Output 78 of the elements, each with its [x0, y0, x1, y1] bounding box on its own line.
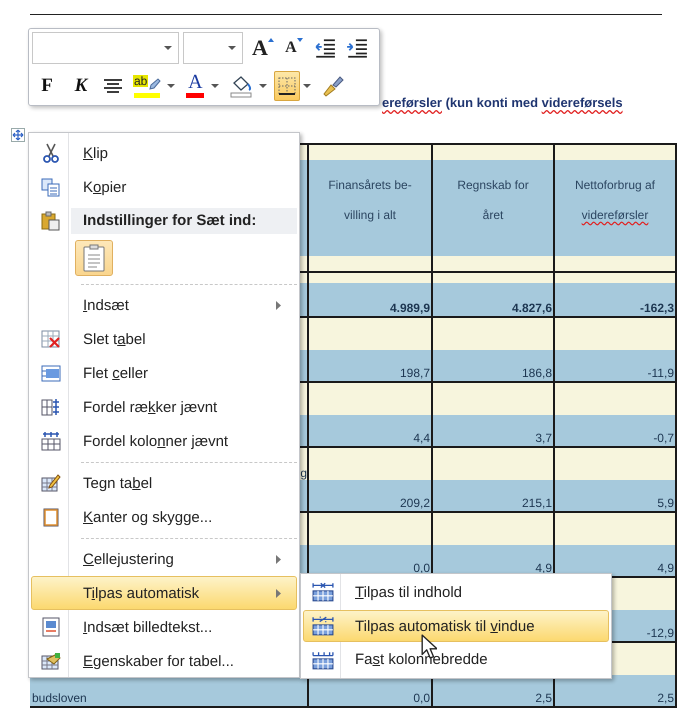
menu-item[interactable]: Fordel kolonner jævnt [31, 424, 297, 458]
table-cell: 4,9 [555, 513, 677, 576]
table-cell: 209,2 [309, 448, 433, 511]
table-properties-icon [41, 651, 61, 671]
menu-section-header: Indstillinger for Sæt ind: [71, 208, 297, 234]
font-color-button[interactable]: A [182, 70, 208, 101]
font-name-field[interactable] [32, 32, 179, 64]
submenu-arrow-icon [276, 555, 281, 564]
submenu-arrow-icon [276, 301, 281, 310]
menu-item[interactable]: Kopier [31, 170, 297, 204]
decrease-indent-icon [314, 38, 336, 58]
bold-button[interactable]: F [32, 70, 62, 101]
table-cell: 215,1 [433, 448, 555, 511]
table-cell: 0,0 [309, 513, 433, 576]
table-cell: 5,9 [555, 448, 677, 511]
table-width-icon [312, 616, 334, 636]
menu-item[interactable]: Fordel rækker jævnt [31, 390, 297, 424]
down-triangle-icon [296, 38, 303, 42]
copy-icon [41, 177, 61, 197]
borders-button[interactable] [274, 70, 300, 101]
menu-item[interactable]: Indsæt billedtekst... [31, 610, 297, 644]
table-cell: 4.989,9 [309, 273, 433, 316]
dropdown-caret-icon[interactable] [211, 84, 220, 88]
distribute-columns-icon [41, 431, 61, 451]
highlight-button[interactable]: ab [130, 70, 164, 101]
menu-item[interactable]: Tilpas automatisk til vindue [303, 610, 609, 642]
menu-item[interactable]: Cellejustering [31, 542, 297, 576]
table-cell: 4,4 [309, 383, 433, 446]
clipboard-icon [40, 211, 60, 231]
paintbrush-icon [321, 74, 346, 98]
column-header: Regnskab for året [433, 145, 555, 271]
up-triangle-icon [268, 38, 274, 42]
table-cell: 4,9 [433, 513, 555, 576]
delete-table-icon [41, 329, 61, 349]
heading-text: ereførsler (kun konti med videreførsels [381, 95, 624, 110]
table-cell: 186,8 [433, 318, 555, 381]
menu-item[interactable]: Egenskaber for tabel... [31, 644, 297, 678]
paint-bucket-icon [229, 74, 254, 98]
pen-icon [149, 78, 162, 90]
clipboard-icon [82, 244, 106, 272]
scissors-icon [41, 143, 61, 163]
table-width-icon [312, 582, 334, 602]
menu-item[interactable]: Kanter og skygge... [31, 500, 297, 534]
dropdown-caret-icon[interactable] [303, 84, 312, 88]
font-size-field[interactable] [183, 32, 243, 64]
menu-item[interactable]: Klip [31, 136, 297, 170]
table-cell: 198,7 [309, 318, 433, 381]
italic-button[interactable]: K [66, 70, 96, 101]
menu-item[interactable]: Slet tabel [31, 322, 297, 356]
column-header: Nettoforbrug af videreførsler [555, 145, 677, 271]
merge-cells-icon [41, 363, 61, 383]
borders-icon [277, 76, 298, 96]
distribute-rows-icon [41, 397, 61, 417]
table-cell: -162,3 [555, 273, 677, 316]
dropdown-caret-icon[interactable] [164, 46, 172, 50]
menu-item[interactable]: Tilpas automatisk [31, 576, 297, 610]
dropdown-caret-icon[interactable] [259, 84, 268, 88]
page-border-icon [41, 507, 61, 527]
column-header: Finansårets be- villing i alt [309, 145, 433, 271]
table-width-icon [312, 650, 334, 670]
table-cell: -11,9 [555, 318, 677, 381]
increase-indent-icon [346, 38, 368, 58]
table-cell: -0,7 [555, 383, 677, 446]
table-pencil-icon [41, 473, 61, 493]
paste-option-button[interactable] [75, 240, 113, 276]
dropdown-caret-icon[interactable] [228, 46, 236, 50]
menu-item[interactable]: Indsæt [31, 288, 297, 322]
align-center-icon [103, 78, 123, 94]
dropdown-caret-icon[interactable] [167, 84, 176, 88]
picture-frame-icon [41, 617, 61, 637]
submenu-arrow-icon [276, 589, 281, 598]
table-cell: 4.827,6 [433, 273, 555, 316]
shrink-font-button[interactable]: A [280, 33, 307, 64]
grow-font-button[interactable]: A [249, 33, 277, 64]
table-cell: 3,7 [433, 383, 555, 446]
menu-item[interactable]: Flet celler [31, 356, 297, 390]
table-move-handle-icon[interactable] [11, 128, 25, 142]
menu-item[interactable]: Tegn tabel [31, 466, 297, 500]
